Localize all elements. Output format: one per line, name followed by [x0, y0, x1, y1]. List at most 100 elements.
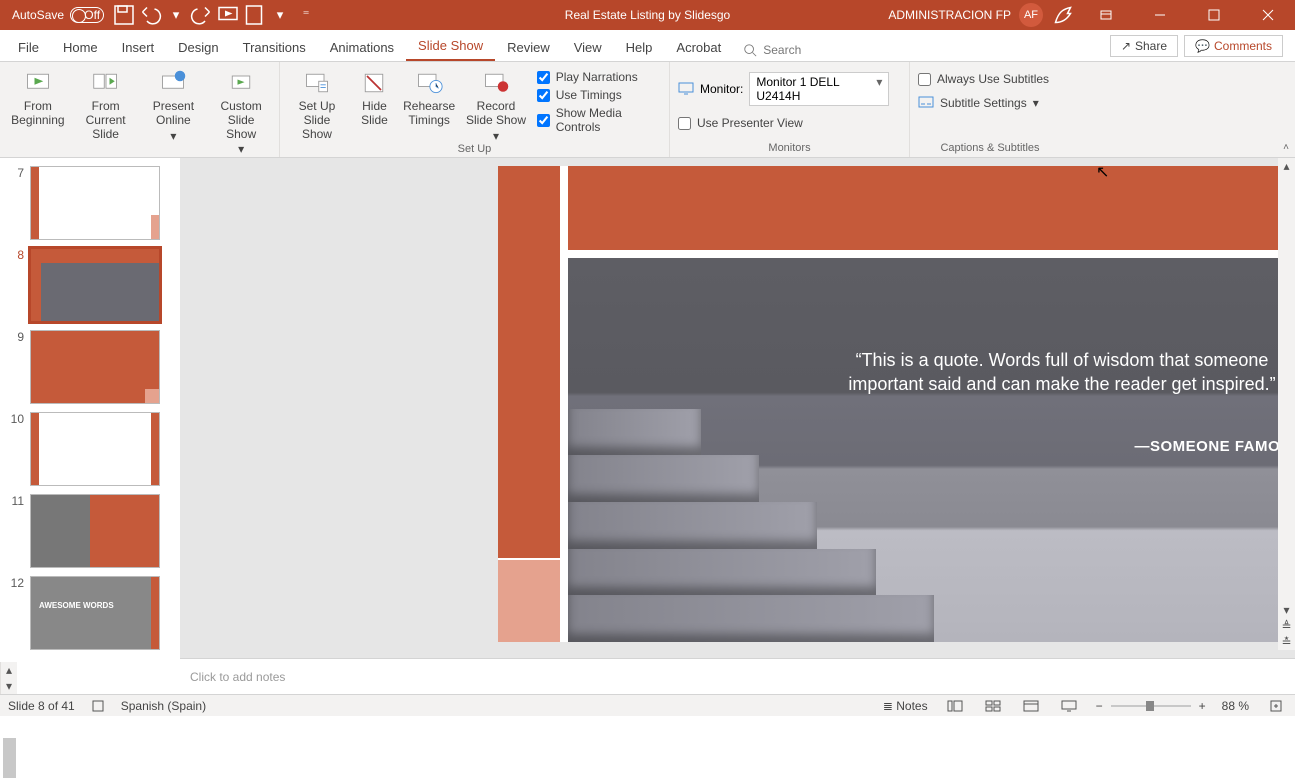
presenter-view-checkbox[interactable]: Use Presenter View — [678, 116, 803, 130]
ribbon-tabs: File Home Insert Design Transitions Anim… — [0, 30, 1295, 62]
thumb-num: 8 — [8, 248, 24, 322]
monitor-select[interactable]: Monitor 1 DELL U2414H — [749, 72, 889, 106]
from-current-label: From Current Slide — [76, 100, 136, 141]
thumb-12[interactable]: 12 AWESOME WORDS — [0, 572, 180, 654]
thumb-10[interactable]: 10 — [0, 408, 180, 490]
user-name[interactable]: ADMINISTRACION FP — [888, 8, 1011, 22]
tab-home[interactable]: Home — [51, 34, 110, 61]
slide-counter[interactable]: Slide 8 of 41 — [8, 699, 75, 713]
redo-icon[interactable] — [190, 3, 214, 27]
notes-toggle[interactable]: ≣ Notes — [883, 699, 928, 713]
save-icon[interactable] — [112, 3, 136, 27]
share-button[interactable]: ↗Share — [1110, 35, 1178, 57]
touch-mode-icon[interactable] — [242, 3, 266, 27]
thumb-scrollbar[interactable]: ▴ ▾ — [0, 662, 17, 694]
next-slide-icon[interactable]: ≛ — [1278, 634, 1295, 650]
slide-content[interactable]: “This is a quote. Words full of wisdom t… — [498, 166, 1295, 642]
scroll-down-icon[interactable]: ▾ — [1278, 602, 1295, 618]
tab-slide-show[interactable]: Slide Show — [406, 32, 495, 61]
monitor-value: Monitor 1 DELL U2414H — [756, 75, 839, 103]
present-online-button[interactable]: Present Online ▾ — [144, 68, 204, 143]
zoom-handle[interactable] — [1146, 701, 1154, 711]
ribbon: From Beginning From Current Slide Presen… — [0, 62, 1295, 158]
tab-review[interactable]: Review — [495, 34, 562, 61]
from-current-button[interactable]: From Current Slide — [76, 68, 136, 141]
thumb-num: 12 — [8, 576, 24, 650]
slide-canvas[interactable]: “This is a quote. Words full of wisdom t… — [180, 158, 1295, 650]
collapse-ribbon-icon[interactable]: ˄ — [1283, 142, 1289, 153]
autosave-toggle[interactable]: AutoSave Off — [6, 7, 110, 23]
subtitle-settings-button[interactable]: Subtitle Settings ▾ — [918, 96, 1039, 110]
play-narrations-checkbox[interactable]: Play Narrations — [537, 70, 661, 84]
start-from-beginning-icon[interactable] — [216, 3, 240, 27]
slideshow-view-icon[interactable] — [1058, 697, 1080, 715]
hide-slide-button[interactable]: Hide Slide — [354, 68, 395, 128]
subtitle-settings-label: Subtitle Settings — [940, 96, 1027, 110]
from-beginning-button[interactable]: From Beginning — [8, 68, 68, 128]
tab-view[interactable]: View — [562, 34, 614, 61]
coming-soon-icon[interactable] — [1051, 3, 1075, 27]
record-label: Record Slide Show — [463, 100, 528, 128]
tab-animations[interactable]: Animations — [318, 34, 406, 61]
comments-button[interactable]: 💬Comments — [1184, 35, 1283, 57]
chevron-down-icon: ▾ — [238, 143, 244, 157]
quote-byline[interactable]: —SOMEONE FAMOUS — [822, 438, 1295, 455]
scroll-thumb[interactable] — [3, 738, 16, 778]
language-status[interactable]: Spanish (Spain) — [121, 699, 206, 713]
setup-show-button[interactable]: Set Up Slide Show — [288, 68, 346, 141]
zoom-slider[interactable]: − + — [1096, 699, 1206, 713]
thumb-7[interactable]: 7 — [0, 162, 180, 244]
tab-help[interactable]: Help — [614, 34, 665, 61]
undo-more-icon[interactable]: ▾ — [164, 3, 188, 27]
tab-acrobat[interactable]: Acrobat — [664, 34, 733, 61]
accessibility-icon[interactable] — [91, 699, 105, 713]
thumb-9[interactable]: 9 — [0, 326, 180, 408]
touch-mode-more-icon[interactable]: ▾ — [268, 3, 292, 27]
show-media-checkbox[interactable]: Show Media Controls — [537, 106, 661, 134]
fit-window-icon[interactable] — [1265, 697, 1287, 715]
scroll-down-icon[interactable]: ▾ — [1, 678, 17, 694]
from-beginning-icon — [23, 68, 53, 98]
comments-icon: 💬 — [1195, 39, 1210, 53]
present-online-icon — [158, 68, 188, 98]
present-online-label: Present Online — [144, 100, 204, 128]
thumb-11[interactable]: 11 — [0, 490, 180, 572]
use-timings-checkbox[interactable]: Use Timings — [537, 88, 661, 102]
hide-slide-label: Hide Slide — [354, 100, 395, 128]
thumb-num: 9 — [8, 330, 24, 404]
from-beginning-label: From Beginning — [8, 100, 68, 128]
record-button[interactable]: Record Slide Show▾ — [463, 68, 528, 143]
normal-view-icon[interactable] — [944, 697, 966, 715]
always-subtitles-checkbox[interactable]: Always Use Subtitles — [918, 72, 1049, 86]
prev-slide-icon[interactable]: ≜ — [1278, 618, 1295, 634]
scroll-up-icon[interactable]: ▴ — [1278, 158, 1295, 174]
rehearse-button[interactable]: Rehearse Timings — [403, 68, 455, 128]
qat-customize-icon[interactable]: ⁼ — [294, 3, 318, 27]
search-placeholder: Search — [763, 43, 801, 57]
scroll-up-icon[interactable]: ▴ — [1, 662, 17, 678]
thumb-8[interactable]: 8 — [0, 244, 180, 326]
ribbon-display-icon[interactable] — [1083, 0, 1129, 30]
canvas-scrollbar[interactable]: ▴ ▾ ≜ ≛ — [1278, 158, 1295, 650]
zoom-level[interactable]: 88 % — [1222, 699, 1249, 713]
user-avatar[interactable]: AF — [1019, 3, 1043, 27]
minimize-button[interactable] — [1137, 0, 1183, 30]
sorter-view-icon[interactable] — [982, 697, 1004, 715]
zoom-in-icon[interactable]: + — [1199, 699, 1206, 713]
custom-show-button[interactable]: Custom Slide Show▾ — [211, 68, 271, 157]
zoom-out-icon[interactable]: − — [1096, 699, 1103, 713]
thumb-num: 7 — [8, 166, 24, 240]
chevron-down-icon: ▾ — [170, 130, 176, 144]
tab-transitions[interactable]: Transitions — [231, 34, 318, 61]
quote-text[interactable]: “This is a quote. Words full of wisdom t… — [822, 348, 1295, 397]
close-button[interactable] — [1245, 0, 1291, 30]
tab-file[interactable]: File — [6, 34, 51, 61]
search-box[interactable]: Search — [733, 39, 811, 61]
undo-icon[interactable] — [138, 3, 162, 27]
tab-design[interactable]: Design — [166, 34, 230, 61]
notes-splitter[interactable] — [180, 650, 1295, 658]
notes-pane[interactable]: Click to add notes — [180, 658, 1295, 694]
tab-insert[interactable]: Insert — [110, 34, 167, 61]
maximize-button[interactable] — [1191, 0, 1237, 30]
reading-view-icon[interactable] — [1020, 697, 1042, 715]
